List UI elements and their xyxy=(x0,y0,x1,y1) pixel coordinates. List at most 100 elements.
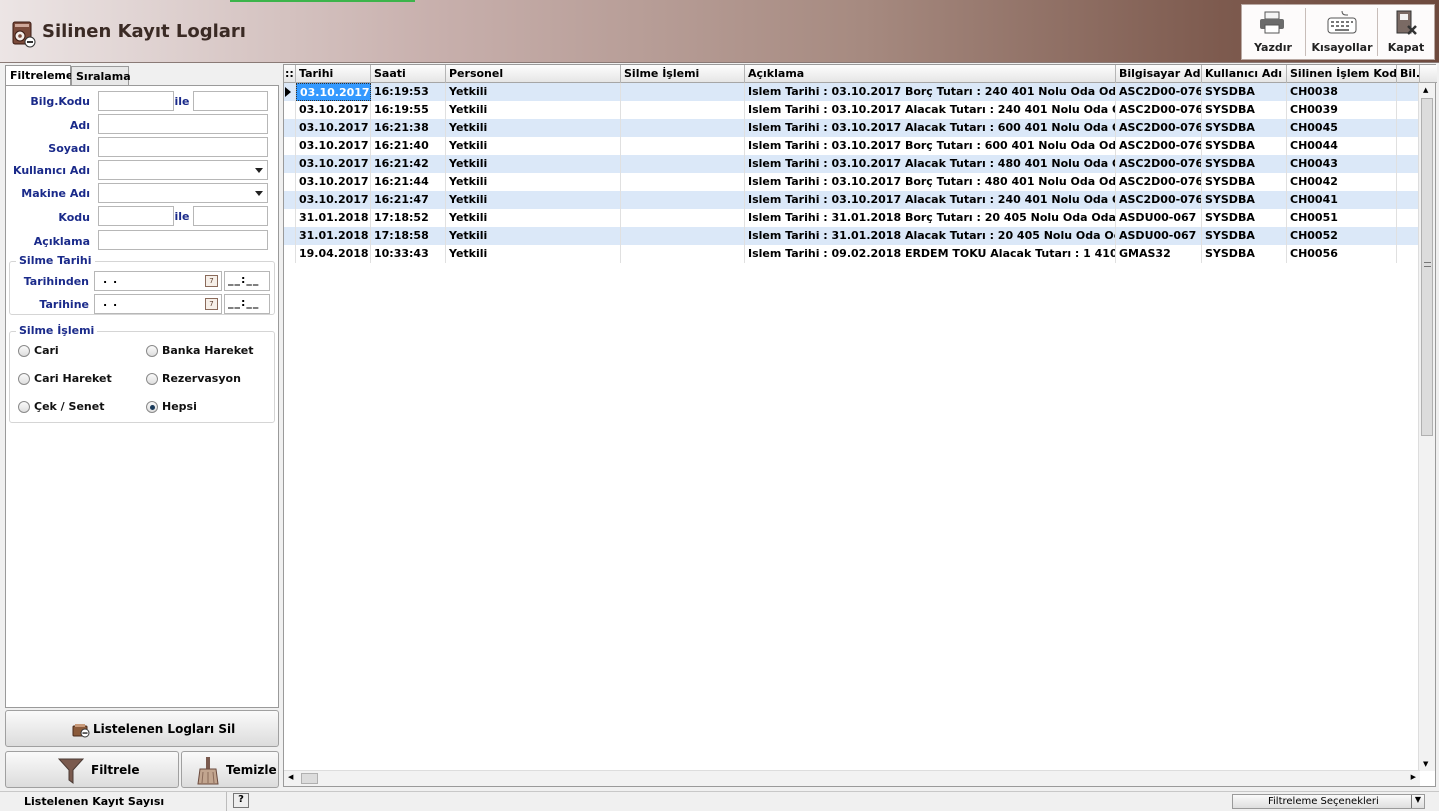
cell-personel[interactable]: Yetkili xyxy=(446,209,621,227)
cell-aciklama[interactable]: Islem Tarihi : 31.01.2018 Alacak Tutarı … xyxy=(745,227,1116,245)
table-row[interactable]: 19.04.2018 10:33:43 Yetkili Islem Tarihi : … xyxy=(284,245,1420,263)
cell-silinen-islem-kodu[interactable]: CH0045 xyxy=(1287,119,1397,137)
cell-aciklama[interactable]: Islem Tarihi : 09.02.2018 ERDEM TOKU Ala… xyxy=(745,245,1116,263)
cell-kullanici-adi[interactable]: SYSDBA xyxy=(1202,155,1287,173)
cell-personel[interactable]: Yetkili xyxy=(446,245,621,263)
cell-bilgisayar-adi[interactable]: ASC2D00-076 xyxy=(1116,101,1202,119)
cell-bil[interactable] xyxy=(1397,245,1420,263)
cell-bilgisayar-adi[interactable]: ASDU00-067 xyxy=(1116,227,1202,245)
cell-bilgisayar-adi[interactable]: ASC2D00-076 xyxy=(1116,155,1202,173)
cell-silme-islemi[interactable] xyxy=(621,191,745,209)
cell-bilgisayar-adi[interactable]: GMAS32 xyxy=(1116,245,1202,263)
cell-tarihi[interactable]: 03.10.2017 xyxy=(296,83,371,101)
cell-kullanici-adi[interactable]: SYSDBA xyxy=(1202,101,1287,119)
cell-aciklama[interactable]: Islem Tarihi : 03.10.2017 Alacak Tutarı … xyxy=(745,155,1116,173)
scroll-left-icon[interactable]: ◀ xyxy=(288,773,293,781)
tarihine-time-input[interactable]: __:__ xyxy=(224,294,270,314)
column-header-silme-islemi[interactable]: Silme İşlemi xyxy=(621,65,745,83)
table-row[interactable]: 03.10.2017 16:21:47 Yetkili Islem Tarihi : … xyxy=(284,191,1420,209)
tarihine-date-input[interactable]: . . 7 xyxy=(94,294,222,314)
delete-listed-logs-button[interactable]: Listelenen Logları Sil xyxy=(5,710,279,747)
calendar-icon[interactable]: 7 xyxy=(205,298,218,310)
cell-personel[interactable]: Yetkili xyxy=(446,191,621,209)
table-row[interactable]: 31.01.2018 17:18:52 Yetkili Islem Tarihi : … xyxy=(284,209,1420,227)
adi-input[interactable] xyxy=(98,114,268,134)
cell-saati[interactable]: 10:33:43 xyxy=(371,245,446,263)
row-indicator[interactable] xyxy=(284,155,296,173)
cell-bilgisayar-adi[interactable]: ASC2D00-076 xyxy=(1116,191,1202,209)
cell-bilgisayar-adi[interactable]: ASC2D00-076 xyxy=(1116,83,1202,101)
soyadi-input[interactable] xyxy=(98,137,268,157)
calendar-icon[interactable]: 7 xyxy=(205,275,218,287)
scroll-right-icon[interactable]: ▶ xyxy=(1411,773,1416,781)
cell-aciklama[interactable]: Islem Tarihi : 03.10.2017 Borç Tutarı : … xyxy=(745,137,1116,155)
filter-options-dropdown[interactable]: Filtreleme Seçenekleri ▼ xyxy=(1232,794,1425,809)
cell-tarihi[interactable]: 03.10.2017 xyxy=(296,155,371,173)
cell-silme-islemi[interactable] xyxy=(621,245,745,263)
cell-silme-islemi[interactable] xyxy=(621,137,745,155)
cell-aciklama[interactable]: Islem Tarihi : 03.10.2017 Borç Tutarı : … xyxy=(745,83,1116,101)
cell-silinen-islem-kodu[interactable]: CH0041 xyxy=(1287,191,1397,209)
column-header-aciklama[interactable]: Açıklama xyxy=(745,65,1116,83)
column-header-personel[interactable]: Personel xyxy=(446,65,621,83)
cell-tarihi[interactable]: 03.10.2017 xyxy=(296,119,371,137)
tab-filtreleme[interactable]: Filtreleme xyxy=(5,65,73,86)
help-button[interactable]: ? xyxy=(233,793,249,808)
cell-saati[interactable]: 17:18:52 xyxy=(371,209,446,227)
cell-tarihi[interactable]: 31.01.2018 xyxy=(296,209,371,227)
scroll-down-icon[interactable]: ▼ xyxy=(1423,760,1428,768)
cell-bil[interactable] xyxy=(1397,227,1420,245)
table-row[interactable]: 31.01.2018 17:18:58 Yetkili Islem Tarihi : … xyxy=(284,227,1420,245)
cell-personel[interactable]: Yetkili xyxy=(446,137,621,155)
column-header-tarihi[interactable]: Tarihi xyxy=(296,65,371,83)
cell-kullanici-adi[interactable]: SYSDBA xyxy=(1202,227,1287,245)
shortcuts-button[interactable]: Kısayollar xyxy=(1308,5,1376,59)
cell-saati[interactable]: 16:19:53 xyxy=(371,83,446,101)
cell-personel[interactable]: Yetkili xyxy=(446,227,621,245)
cell-silinen-islem-kodu[interactable]: CH0052 xyxy=(1287,227,1397,245)
cell-bilgisayar-adi[interactable]: ASC2D00-076 xyxy=(1116,119,1202,137)
cell-silinen-islem-kodu[interactable]: CH0051 xyxy=(1287,209,1397,227)
cell-bil[interactable] xyxy=(1397,173,1420,191)
cell-tarihi[interactable]: 03.10.2017 xyxy=(296,173,371,191)
cell-silme-islemi[interactable] xyxy=(621,209,745,227)
cell-kullanici-adi[interactable]: SYSDBA xyxy=(1202,119,1287,137)
kullanici-adi-select[interactable] xyxy=(98,160,268,180)
table-row[interactable]: 03.10.2017 16:21:42 Yetkili Islem Tarihi : … xyxy=(284,155,1420,173)
cell-bilgisayar-adi[interactable]: ASC2D00-076 xyxy=(1116,137,1202,155)
cell-saati[interactable]: 16:21:40 xyxy=(371,137,446,155)
cell-aciklama[interactable]: Islem Tarihi : 31.01.2018 Borç Tutarı : … xyxy=(745,209,1116,227)
cell-personel[interactable]: Yetkili xyxy=(446,155,621,173)
column-header-saati[interactable]: Saati xyxy=(371,65,446,83)
cell-saati[interactable]: 16:19:55 xyxy=(371,101,446,119)
cell-bilgisayar-adi[interactable]: ASC2D00-076 xyxy=(1116,173,1202,191)
cell-kullanici-adi[interactable]: SYSDBA xyxy=(1202,191,1287,209)
tab-siralama[interactable]: Sıralama xyxy=(71,66,131,86)
makine-adi-select[interactable] xyxy=(98,183,268,203)
print-button[interactable]: Yazdır xyxy=(1242,5,1304,59)
cell-silinen-islem-kodu[interactable]: CH0042 xyxy=(1287,173,1397,191)
cell-silinen-islem-kodu[interactable]: CH0038 xyxy=(1287,83,1397,101)
cell-bilgisayar-adi[interactable]: ASDU00-067 xyxy=(1116,209,1202,227)
column-header-bilgisayar-adi[interactable]: Bilgisayar Adı xyxy=(1116,65,1202,83)
cell-kullanici-adi[interactable]: SYSDBA xyxy=(1202,245,1287,263)
cell-silme-islemi[interactable] xyxy=(621,83,745,101)
cell-tarihi[interactable]: 31.01.2018 xyxy=(296,227,371,245)
row-indicator[interactable] xyxy=(284,209,296,227)
bilg-kodu-to-input[interactable] xyxy=(193,91,268,111)
row-indicator[interactable] xyxy=(284,227,296,245)
row-indicator[interactable] xyxy=(284,173,296,191)
cell-tarihi[interactable]: 19.04.2018 xyxy=(296,245,371,263)
column-header-kullanici-adi[interactable]: Kullanıcı Adı xyxy=(1202,65,1287,83)
cell-bil[interactable] xyxy=(1397,191,1420,209)
horizontal-scroll-thumb[interactable] xyxy=(301,773,318,784)
cell-kullanici-adi[interactable]: SYSDBA xyxy=(1202,137,1287,155)
kodu-from-input[interactable] xyxy=(98,206,174,226)
tarihinden-date-input[interactable]: . . 7 xyxy=(94,271,222,291)
table-row[interactable]: 03.10.2017 16:19:53 Yetkili Islem Tarihi : … xyxy=(284,83,1420,101)
table-row[interactable]: 03.10.2017 16:21:44 Yetkili Islem Tarihi : … xyxy=(284,173,1420,191)
row-indicator[interactable] xyxy=(284,83,296,101)
cell-saati[interactable]: 17:18:58 xyxy=(371,227,446,245)
cell-silme-islemi[interactable] xyxy=(621,119,745,137)
tarihinden-time-input[interactable]: __:__ xyxy=(224,271,270,291)
